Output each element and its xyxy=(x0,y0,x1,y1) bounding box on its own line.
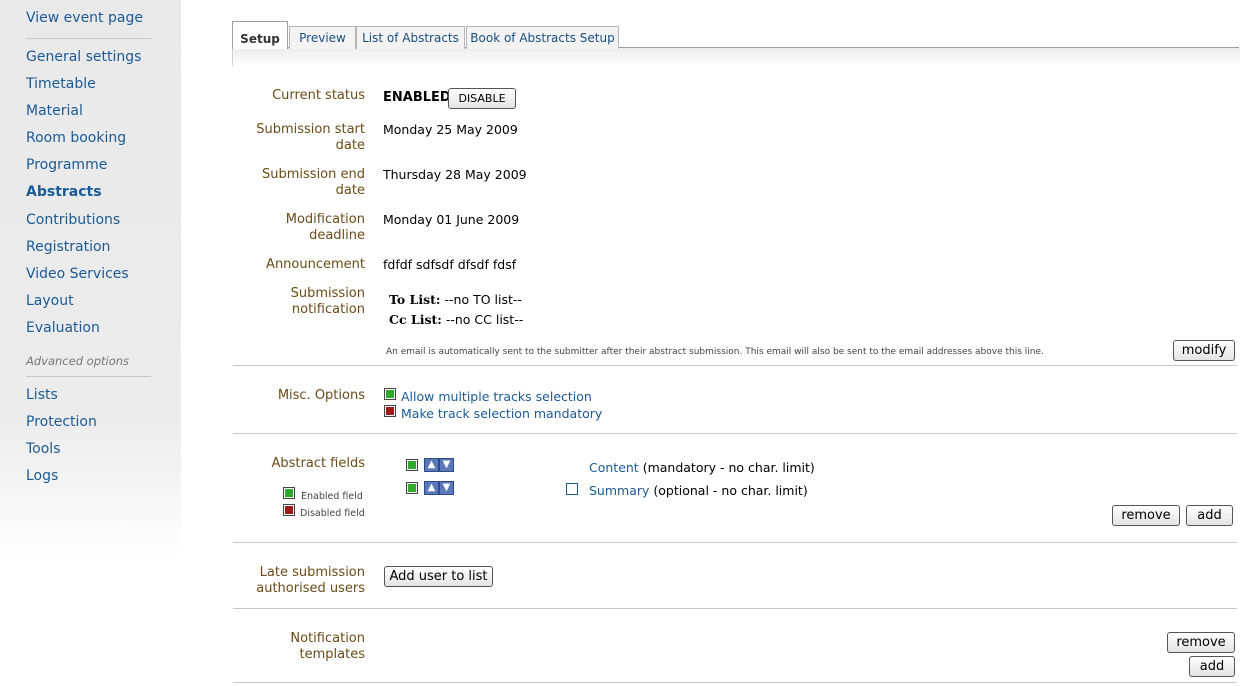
abstract-fields-label: Abstract fields xyxy=(271,456,365,471)
late-submission-label: Late submission authorised users xyxy=(256,565,365,597)
sidebar-item-contributions[interactable]: Contributions xyxy=(26,212,120,228)
to-list-label: To List: xyxy=(389,292,441,307)
label-line: date xyxy=(335,183,365,198)
section-divider xyxy=(233,542,1237,543)
modification-deadline-value: Monday 01 June 2009 xyxy=(383,212,520,227)
label-line: Submission xyxy=(290,286,365,301)
field-enabled-icon[interactable] xyxy=(406,459,418,471)
sidebar: View event page General settings Timetab… xyxy=(0,0,181,560)
section-divider xyxy=(233,365,1237,366)
sidebar-item-timetable[interactable]: Timetable xyxy=(26,76,96,92)
status-value: ENABLED xyxy=(383,90,451,105)
modification-deadline-label: Modification deadline xyxy=(286,212,365,244)
tab-bar: Setup Preview List of Abstracts Book of … xyxy=(232,21,1239,49)
cc-list-value: --no CC list-- xyxy=(445,312,524,327)
label-line: Submission end xyxy=(262,167,365,182)
cc-list-label: Cc List: xyxy=(389,312,442,327)
add-field-button[interactable]: add xyxy=(1186,505,1233,526)
section-divider xyxy=(233,608,1237,609)
sidebar-item-protection[interactable]: Protection xyxy=(26,414,97,430)
sidebar-divider xyxy=(26,376,151,377)
arrow-down-icon[interactable]: ▼ xyxy=(439,458,454,472)
tab-setup[interactable]: Setup xyxy=(232,21,288,49)
summary-field-link[interactable]: Summary xyxy=(589,483,649,498)
section-divider xyxy=(233,682,1237,683)
submission-start-label: Submission start date xyxy=(256,122,365,154)
sidebar-item-registration[interactable]: Registration xyxy=(26,239,110,255)
sidebar-item-abstracts[interactable]: Abstracts xyxy=(26,184,102,200)
sidebar-item-video-services[interactable]: Video Services xyxy=(26,266,129,282)
label-line: Submission start xyxy=(256,122,365,137)
add-template-button[interactable]: add xyxy=(1189,656,1235,677)
field-enabled-icon[interactable] xyxy=(406,482,418,494)
disabled-toggle-icon[interactable] xyxy=(384,405,396,417)
summary-field-desc: (optional - no char. limit) xyxy=(653,483,808,498)
enabled-legend-label: Enabled field xyxy=(301,491,363,502)
enabled-toggle-icon[interactable] xyxy=(384,388,396,400)
sidebar-item-general-settings[interactable]: General settings xyxy=(26,49,141,65)
announcement-label: Announcement xyxy=(266,257,365,272)
modify-button[interactable]: modify xyxy=(1173,340,1235,361)
label-line: notification xyxy=(291,302,365,317)
sidebar-divider xyxy=(26,38,151,39)
allow-multiple-tracks-link[interactable]: Allow multiple tracks selection xyxy=(401,389,592,404)
label-line: deadline xyxy=(309,228,365,243)
add-user-to-list-button[interactable]: Add user to list xyxy=(384,566,493,587)
cc-list-row: Cc List: --no CC list-- xyxy=(389,312,523,327)
submission-end-label: Submission end date xyxy=(262,167,365,199)
sidebar-item-logs[interactable]: Logs xyxy=(26,468,58,484)
summary-field-row: Summary (optional - no char. limit) xyxy=(589,483,808,498)
label-line: Notification xyxy=(290,631,365,646)
misc-options-label: Misc. Options xyxy=(277,388,365,403)
arrow-up-icon[interactable]: ▲ xyxy=(424,481,439,495)
disabled-legend-label: Disabled field xyxy=(300,508,365,519)
content-field-row: Content (mandatory - no char. limit) xyxy=(589,460,815,475)
sidebar-item-material[interactable]: Material xyxy=(26,103,83,119)
label-line: Modification xyxy=(285,212,365,227)
sidebar-item-evaluation[interactable]: Evaluation xyxy=(26,320,100,336)
tab-list-of-abstracts[interactable]: List of Abstracts xyxy=(356,26,465,49)
disable-button[interactable]: DISABLE xyxy=(448,88,516,109)
sidebar-item-programme[interactable]: Programme xyxy=(26,157,107,173)
summary-checkbox[interactable] xyxy=(566,483,578,495)
content-field-link[interactable]: Content xyxy=(589,460,639,475)
view-event-page-link[interactable]: View event page xyxy=(26,10,143,26)
sidebar-item-lists[interactable]: Lists xyxy=(26,387,58,403)
disabled-legend-icon xyxy=(283,504,295,516)
label-line: templates xyxy=(299,647,365,662)
tab-preview[interactable]: Preview xyxy=(289,26,356,49)
submission-start-value: Monday 25 May 2009 xyxy=(383,122,518,137)
submission-notification-label: Submission notification xyxy=(291,286,365,318)
sidebar-item-tools[interactable]: Tools xyxy=(26,441,61,457)
arrow-up-icon[interactable]: ▲ xyxy=(424,458,439,472)
remove-field-button[interactable]: remove xyxy=(1112,505,1180,526)
sidebar-item-layout[interactable]: Layout xyxy=(26,293,74,309)
label-line: authorised users xyxy=(256,581,365,596)
arrow-down-icon[interactable]: ▼ xyxy=(439,481,454,495)
sidebar-item-room-booking[interactable]: Room booking xyxy=(26,130,126,146)
section-divider xyxy=(233,433,1237,434)
notification-note: An email is automatically sent to the su… xyxy=(386,347,1044,357)
content-field-desc: (mandatory - no char. limit) xyxy=(642,460,815,475)
label-line: date xyxy=(335,138,365,153)
announcement-value: fdfdf sdfsdf dfsdf fdsf xyxy=(383,257,517,272)
label-line: Late submission xyxy=(259,565,365,580)
tab-panel-shade xyxy=(232,48,1240,66)
current-status-label: Current status xyxy=(272,88,365,103)
submission-end-value: Thursday 28 May 2009 xyxy=(383,167,527,182)
make-track-mandatory-link[interactable]: Make track selection mandatory xyxy=(401,406,602,421)
remove-template-button[interactable]: remove xyxy=(1167,632,1235,653)
to-list-row: To List: --no TO list-- xyxy=(389,292,522,307)
tab-book-of-abstracts-setup[interactable]: Book of Abstracts Setup xyxy=(466,26,619,49)
enabled-legend-icon xyxy=(283,487,295,499)
notification-templates-label: Notification templates xyxy=(290,631,365,663)
to-list-value: --no TO list-- xyxy=(444,292,522,307)
advanced-options-heading: Advanced options xyxy=(26,354,130,368)
